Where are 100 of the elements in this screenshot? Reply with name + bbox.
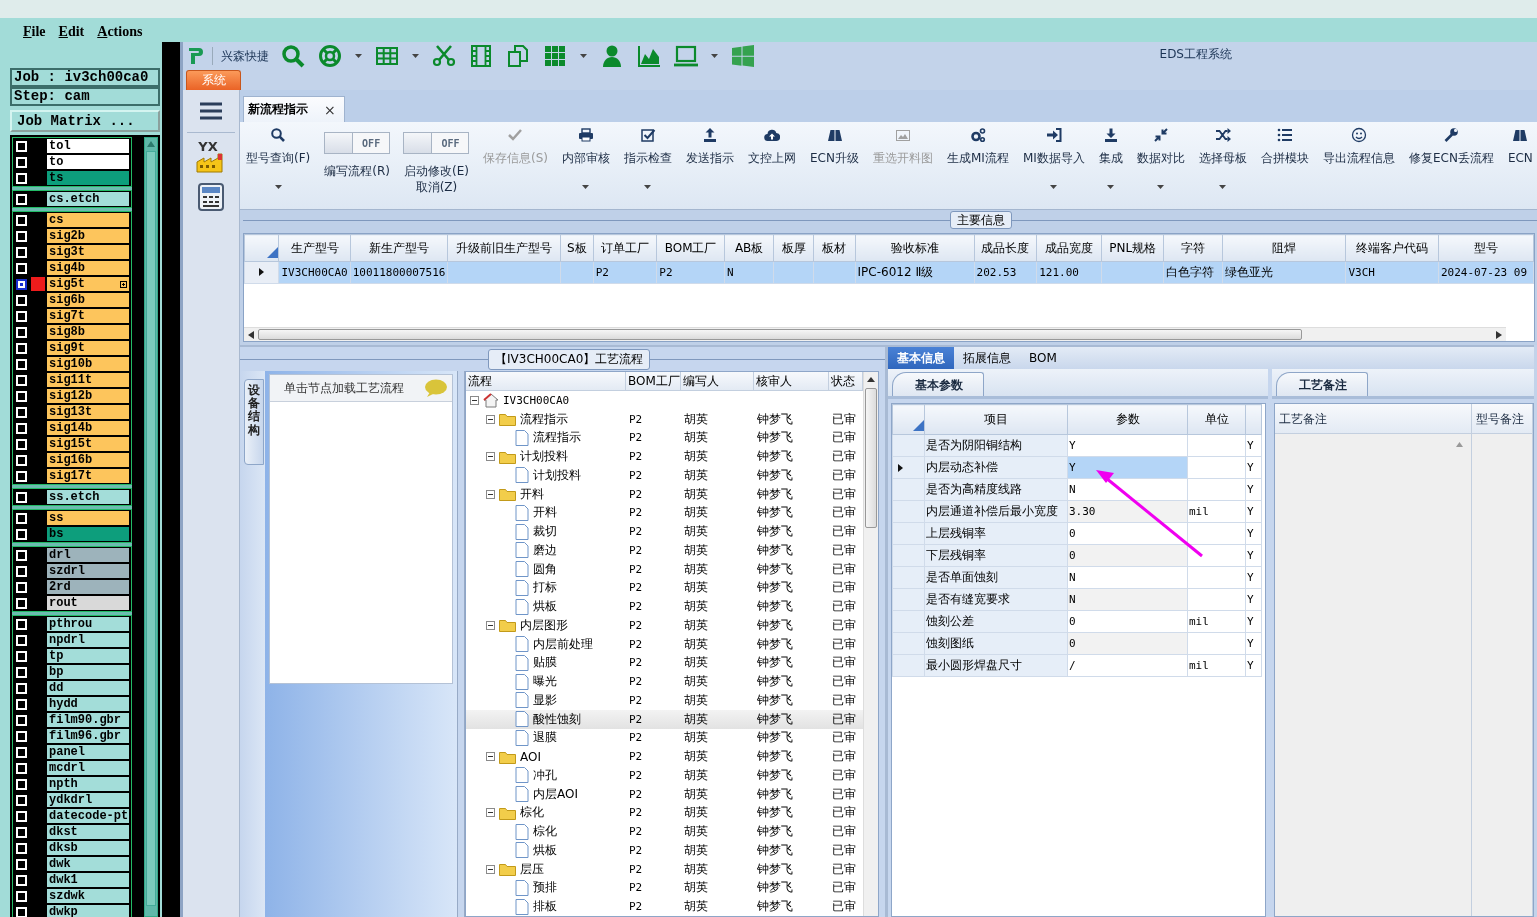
menu-item[interactable]: Actions (97, 24, 143, 42)
area-chart-icon[interactable] (637, 44, 661, 68)
tree-node-label[interactable]: AOI (520, 749, 541, 764)
side-tab[interactable]: 设备结构 (244, 379, 264, 465)
ribbon-button[interactable]: 启动修改(E) 取消(Z) (402, 154, 471, 200)
tree-node-label[interactable]: 贴膜 (533, 654, 557, 672)
table-cell[interactable]: 0 (1067, 610, 1188, 633)
column-header[interactable]: 参数 (1067, 404, 1188, 435)
tree-node-label[interactable]: 计划投料 (533, 466, 581, 484)
layer-name[interactable]: tol (46, 138, 130, 154)
scissors-icon[interactable] (432, 44, 456, 68)
layer-name[interactable]: pthrou (46, 616, 130, 632)
ribbon-button[interactable]: ECN升级 (808, 122, 861, 208)
layer-name[interactable]: dkst (46, 824, 130, 840)
tree-node-label[interactable]: 层压 (520, 860, 544, 878)
layer-name[interactable]: sig12b (46, 388, 130, 404)
factory-icon[interactable] (196, 153, 226, 173)
monitor-icon[interactable] (674, 44, 698, 68)
caret-icon[interactable] (580, 54, 587, 58)
table-cell[interactable]: / (1067, 654, 1188, 677)
menu-item[interactable]: File (23, 24, 46, 42)
search-icon[interactable] (281, 44, 305, 68)
tree-row[interactable]: 裁切 P2 胡英 钟梦飞 已审 (466, 522, 863, 541)
layer-name[interactable]: 2rd (46, 579, 130, 595)
vertical-scrollbar[interactable] (863, 372, 878, 916)
tab-label[interactable]: 新流程指示 (248, 101, 308, 118)
layer-name[interactable]: sig4b (46, 260, 130, 276)
column-header[interactable]: 流程 (466, 372, 626, 391)
layer-name[interactable]: panel (46, 744, 130, 760)
tree-node-label[interactable]: 磨边 (533, 541, 557, 559)
collapse-icon[interactable] (486, 864, 495, 874)
column-header[interactable]: 终端客户代码 (1346, 234, 1439, 262)
tree-node-label[interactable]: 烘板 (533, 841, 557, 859)
tree-row[interactable]: 曝光 P2 胡英 钟梦飞 已审 (466, 672, 863, 691)
tree-row[interactable]: 计划投料 P2 胡英 钟梦飞 已审 (466, 466, 863, 485)
menu-item[interactable]: Edit (58, 24, 85, 42)
caret-icon[interactable] (711, 54, 718, 58)
table-cell[interactable]: N (1067, 566, 1188, 589)
tree-node-label[interactable]: 开料 (520, 485, 544, 503)
collapse-icon[interactable] (486, 489, 495, 499)
collapse-icon[interactable] (470, 395, 479, 405)
lifebuoy-icon[interactable] (318, 44, 342, 68)
tree-row[interactable]: 烘板 P2 胡英 钟梦飞 已审 (466, 841, 863, 860)
layer-name[interactable]: sig16b (46, 452, 130, 468)
tree-node-label[interactable]: IV3CH00CA0 (503, 393, 570, 407)
tree-row[interactable]: AOI P2 胡英 钟梦飞 已审 (466, 747, 863, 766)
layer-name[interactable]: sig11t (46, 372, 130, 388)
column-header[interactable]: S板 (560, 234, 594, 262)
column-header[interactable]: 新生产型号 (350, 234, 448, 262)
scroll-left-icon[interactable] (248, 330, 254, 339)
collapse-icon[interactable] (486, 414, 495, 424)
column-header[interactable]: 字符 (1163, 234, 1223, 262)
column-header[interactable]: 板厚 (773, 234, 814, 262)
collapse-icon[interactable] (486, 808, 495, 818)
collapse-icon[interactable] (486, 452, 495, 462)
column-header[interactable]: 升级前旧生产型号 (447, 234, 561, 262)
ribbon-button[interactable]: 导出流程信息 (1320, 122, 1397, 208)
layer-name[interactable]: dd (46, 680, 130, 696)
layer-name[interactable]: sig5t (46, 276, 130, 292)
column-header[interactable]: 工艺备注 (1275, 404, 1472, 434)
ribbon-button[interactable]: 型号查询(F) (244, 122, 313, 208)
layer-name[interactable]: cs (46, 212, 130, 228)
caret-icon[interactable] (355, 54, 362, 58)
panel-tab[interactable]: 工艺备注 (1276, 372, 1368, 396)
ribbon-button[interactable]: MI数据导入 (1020, 122, 1087, 208)
layer-name[interactable]: npth (46, 776, 130, 792)
ribbon-button[interactable]: ECN (1505, 122, 1535, 208)
layer-name[interactable]: sig10b (46, 356, 130, 372)
tree-row[interactable]: 贴膜 P2 胡英 钟梦飞 已审 (466, 653, 863, 673)
layer-name[interactable]: dwk1 (46, 872, 130, 888)
collapse-icon[interactable] (486, 620, 495, 630)
tree-node-label[interactable]: 曝光 (533, 673, 557, 691)
tree-row[interactable]: 内层AOI P2 胡英 钟梦飞 已审 (466, 784, 863, 804)
column-header[interactable]: 项目 (924, 404, 1068, 435)
tree-node-label[interactable]: 烘板 (533, 598, 557, 616)
column-header[interactable]: PNL规格 (1101, 234, 1164, 262)
column-header[interactable]: 订单工厂 (593, 234, 657, 262)
layer-name[interactable]: film96.gbr (46, 728, 130, 744)
layer-name[interactable]: dwkp (46, 904, 130, 917)
tree-row[interactable]: 打标 P2 胡英 钟梦飞 已审 (466, 578, 863, 598)
ribbon-button[interactable]: 选择母板 (1196, 122, 1249, 208)
ribbon-button[interactable]: 发送指示 (684, 122, 736, 208)
scroll-thumb[interactable] (258, 329, 1302, 340)
collapse-icon[interactable] (486, 752, 495, 762)
tree-node-label[interactable]: 预排 (533, 879, 557, 897)
column-header[interactable]: BOM工厂 (626, 372, 681, 391)
scrollbar[interactable] (144, 137, 158, 917)
tree-node-label[interactable]: 开料 (533, 504, 557, 522)
layer-name[interactable]: film90.gbr (46, 712, 130, 728)
tree-node-label[interactable]: 流程指示 (520, 410, 568, 428)
layer-name[interactable]: datecode-pt (46, 808, 130, 824)
tree-node-label[interactable]: 退膜 (533, 729, 557, 747)
tree-node-label[interactable]: 打标 (533, 579, 557, 597)
scroll-thumb[interactable] (865, 388, 877, 528)
film-icon[interactable] (469, 44, 493, 68)
tab[interactable]: BOM (1020, 347, 1066, 369)
tree-row[interactable]: 冲孔 P2 胡英 钟梦飞 已审 (466, 766, 863, 785)
layer-name[interactable]: sig13t (46, 404, 130, 420)
copy-icon[interactable] (506, 44, 530, 68)
column-header[interactable]: 成品宽度 (1036, 234, 1102, 262)
